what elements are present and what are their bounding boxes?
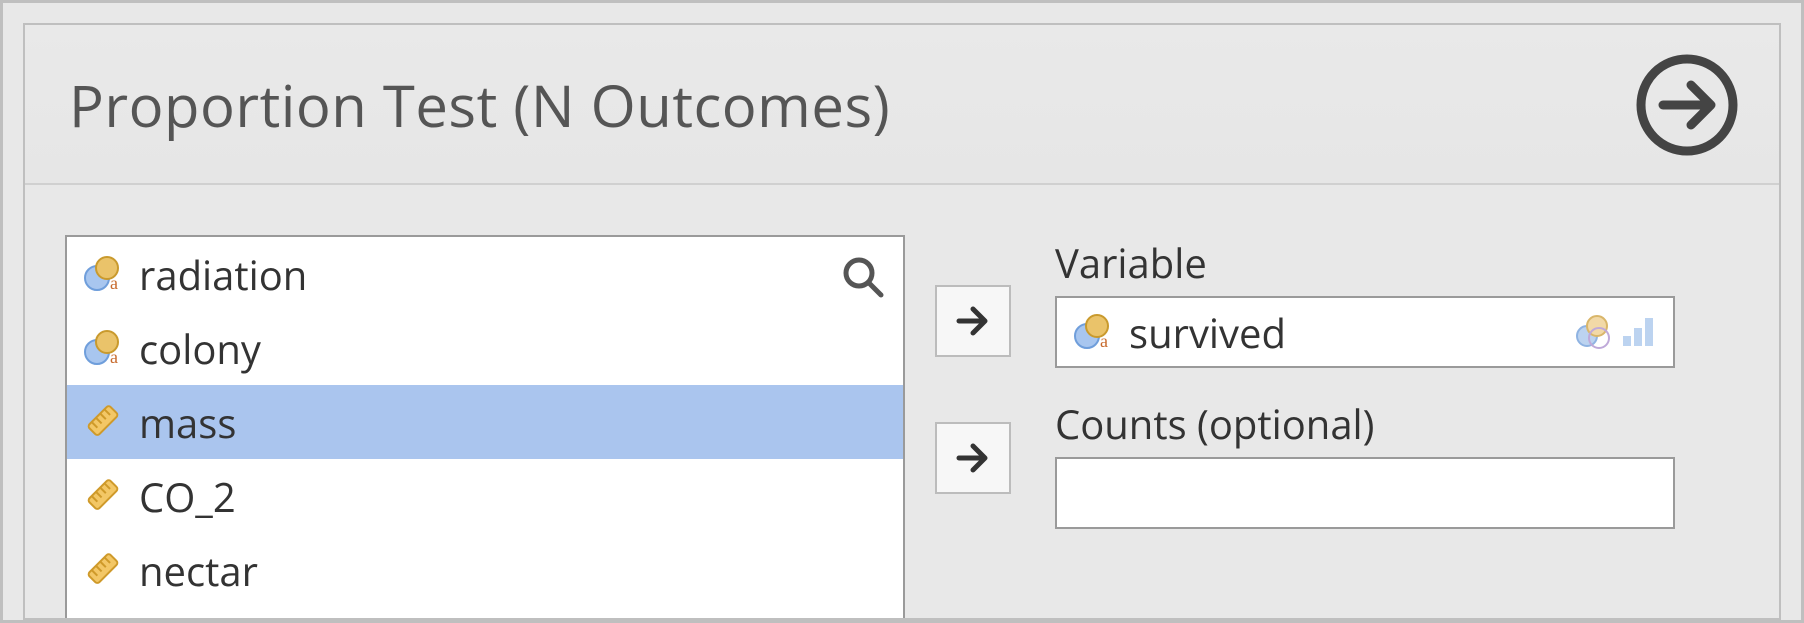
available-variables-list[interactable]: a radiation a colony mass CO_2nectar — [65, 235, 905, 618]
scale-icon — [81, 400, 125, 444]
variable-name: colony — [139, 321, 261, 376]
variable-row[interactable]: a colony — [67, 311, 903, 385]
variable-name: mass — [139, 395, 236, 450]
counts-drop-target[interactable] — [1055, 457, 1675, 529]
arrow-right-circle-icon — [1635, 53, 1739, 157]
variable-row[interactable]: mass — [67, 385, 903, 459]
variable-field-label: Variable — [1055, 235, 1739, 290]
arrow-right-icon — [953, 438, 993, 478]
scale-icon — [81, 474, 125, 518]
nominal-text-icon: a — [81, 326, 125, 370]
scale-icon — [81, 548, 125, 592]
variable-field-value: survived — [1129, 305, 1286, 360]
arrow-right-icon — [953, 301, 993, 341]
panel-body: a radiation a colony mass CO_2nectar — [25, 187, 1779, 618]
assign-to-variable-button[interactable] — [935, 285, 1011, 357]
variable-row[interactable]: a radiation — [67, 237, 903, 311]
run-analysis-button[interactable] — [1635, 53, 1739, 157]
analysis-panel: Proportion Test (N Outcomes) — [23, 23, 1781, 620]
analysis-title: Proportion Test (N Outcomes) — [69, 65, 890, 144]
variable-drop-target[interactable]: a survived — [1055, 296, 1675, 368]
variable-row[interactable]: CO_2 — [67, 459, 903, 533]
variable-row[interactable]: nectar — [67, 533, 903, 607]
svg-text:a: a — [110, 347, 118, 367]
svg-text:a: a — [1100, 331, 1108, 351]
variable-name: radiation — [139, 247, 307, 302]
panel-header: Proportion Test (N Outcomes) — [25, 25, 1779, 185]
accepts-nominal-icon — [1573, 312, 1613, 352]
app-frame: Proportion Test (N Outcomes) — [0, 0, 1804, 623]
variable-name: nectar — [139, 543, 258, 598]
nominal-text-icon: a — [81, 252, 125, 296]
counts-field-label: Counts (optional) — [1055, 396, 1739, 451]
variable-name: CO_2 — [139, 469, 236, 524]
search-icon[interactable] — [841, 255, 885, 299]
svg-text:a: a — [110, 273, 118, 293]
accepts-ordinal-icon — [1619, 312, 1659, 352]
assign-to-counts-button[interactable] — [935, 422, 1011, 494]
nominal-text-icon: a — [1071, 310, 1115, 354]
